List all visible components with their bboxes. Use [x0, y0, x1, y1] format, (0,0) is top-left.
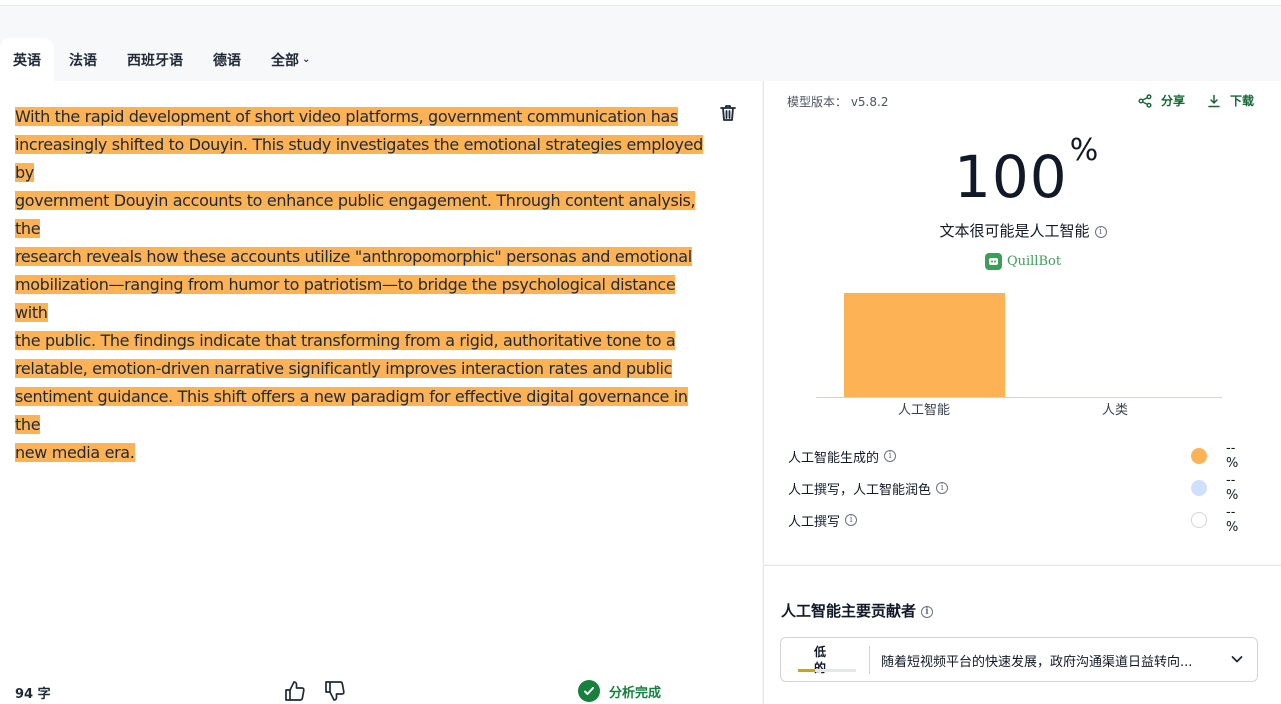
x-tick-label: 人工智能 [898, 403, 951, 418]
chart-bar [844, 293, 1005, 397]
legend-value: -- % [1226, 441, 1239, 471]
contributors-title: 人工智能主要贡献者 i [781, 600, 934, 621]
info-icon[interactable]: i [884, 450, 897, 462]
tab-german[interactable]: 德语 [198, 38, 256, 81]
text-editor[interactable]: With the rapid development of short vide… [15, 103, 705, 467]
score-unit: % [1069, 133, 1099, 168]
result-panel: 模型版本： v5.8.2 分享 下载 100 % 文本很可能是人工智能 i Qui [763, 81, 1281, 564]
language-tabs: 英语 法语 西班牙语 德语 全部 ⌄ [0, 38, 325, 81]
ai-score: 100 % [954, 133, 1098, 211]
legend-label: 人工撰写，人工智能润色 [788, 482, 932, 498]
tab-spanish[interactable]: 西班牙语 [112, 38, 198, 81]
editor-line: relatable, emotion-driven narrative sign… [15, 359, 673, 378]
editor-line: research reveals how these accounts util… [15, 247, 692, 266]
download-label: 下载 [1229, 94, 1254, 108]
info-icon[interactable]: i [1094, 225, 1107, 238]
legend-row: 人工撰写，人工智能润色 i -- % [788, 472, 1250, 504]
legend-value: -- % [1226, 505, 1239, 535]
info-icon[interactable]: i [921, 605, 934, 618]
brand: QuillBot [764, 253, 1281, 270]
tab-all[interactable]: 全部 ⌄ [256, 38, 325, 81]
legend: 人工智能生成的 i -- % 人工撰写，人工智能润色 i -- % 人工撰写 i -- % [788, 440, 1250, 536]
level-indicator: 低的 [798, 644, 858, 676]
info-icon[interactable]: i [845, 514, 858, 526]
legend-row: 人工智能生成的 i -- % [788, 440, 1250, 472]
legend-dot [1191, 512, 1207, 528]
contributors-section: 人工智能主要贡献者 i 低的 随着短视频平台的快速发展，政府沟通渠道日益转向... [763, 565, 1281, 704]
legend-label: 人工智能生成的 [788, 450, 880, 466]
download-icon [1208, 94, 1220, 107]
brand-name: QuillBot [1006, 254, 1062, 269]
detection-chart: 人工智能 人类 [816, 291, 1222, 421]
top-bar [0, 0, 1281, 6]
model-version: 模型版本： v5.8.2 [787, 95, 889, 109]
chevron-down-icon[interactable] [1229, 651, 1245, 667]
share-label: 分享 [1160, 94, 1185, 108]
editor-line: mobilization—ranging from humor to patri… [15, 275, 676, 322]
download-button[interactable]: 下载 [1207, 92, 1254, 109]
editor-line: new media era. [15, 443, 135, 462]
tab-english[interactable]: 英语 [0, 38, 54, 81]
level-fill [798, 669, 816, 672]
tab-label: 法语 [69, 52, 97, 69]
contributors-title-text: 人工智能主要贡献者 [781, 602, 917, 620]
info-icon[interactable]: i [936, 482, 949, 494]
word-count: 94 字 [15, 687, 51, 702]
editor-line: sentiment guidance. This shift offers a … [15, 387, 688, 434]
legend-value: -- % [1226, 473, 1239, 503]
tab-label: 英语 [13, 52, 41, 69]
share-button[interactable]: 分享 [1138, 92, 1185, 109]
tab-french[interactable]: 法语 [54, 38, 112, 81]
thumbs-up-icon[interactable] [283, 679, 307, 703]
verdict-text: 文本很可能是人工智能 [939, 222, 1090, 240]
editor-footer: 94 字 分析完成 [0, 679, 762, 704]
x-tick-label: 人类 [1102, 403, 1129, 418]
editor-line: increasingly shifted to Douyin. This stu… [15, 135, 703, 182]
editor-line: With the rapid development of short vide… [15, 107, 678, 126]
chevron-down-icon: ⌄ [302, 54, 311, 65]
level-track [798, 669, 856, 672]
analysis-status: 分析完成 [578, 680, 661, 702]
status-label: 分析完成 [609, 685, 662, 701]
legend-row: 人工撰写 i -- % [788, 504, 1250, 536]
legend-label: 人工撰写 [788, 514, 841, 530]
share-icon [1138, 93, 1152, 108]
editor-line: the public. The findings indicate that t… [15, 331, 676, 350]
divider [869, 646, 870, 674]
tab-label: 德语 [213, 52, 241, 69]
check-icon [578, 680, 600, 702]
input-panel: With the rapid development of short vide… [0, 81, 762, 704]
verdict: 文本很可能是人工智能 i [764, 220, 1281, 241]
tab-label: 全部 [271, 52, 299, 69]
editor-line: government Douyin accounts to enhance pu… [15, 191, 696, 238]
score-value: 100 [954, 143, 1068, 211]
contributor-card[interactable]: 低的 随着短视频平台的快速发展，政府沟通渠道日益转向... [780, 637, 1258, 682]
contributor-text: 随着短视频平台的快速发展，政府沟通渠道日益转向... [881, 655, 1193, 670]
legend-dot [1191, 480, 1207, 496]
tab-label: 西班牙语 [127, 52, 183, 69]
result-actions: 分享 下载 [1138, 92, 1254, 109]
thumbs-down-icon[interactable] [323, 679, 347, 703]
quillbot-logo-icon [984, 253, 1002, 270]
legend-dot [1191, 448, 1207, 464]
x-axis [816, 397, 1222, 398]
trash-icon[interactable] [718, 103, 738, 123]
